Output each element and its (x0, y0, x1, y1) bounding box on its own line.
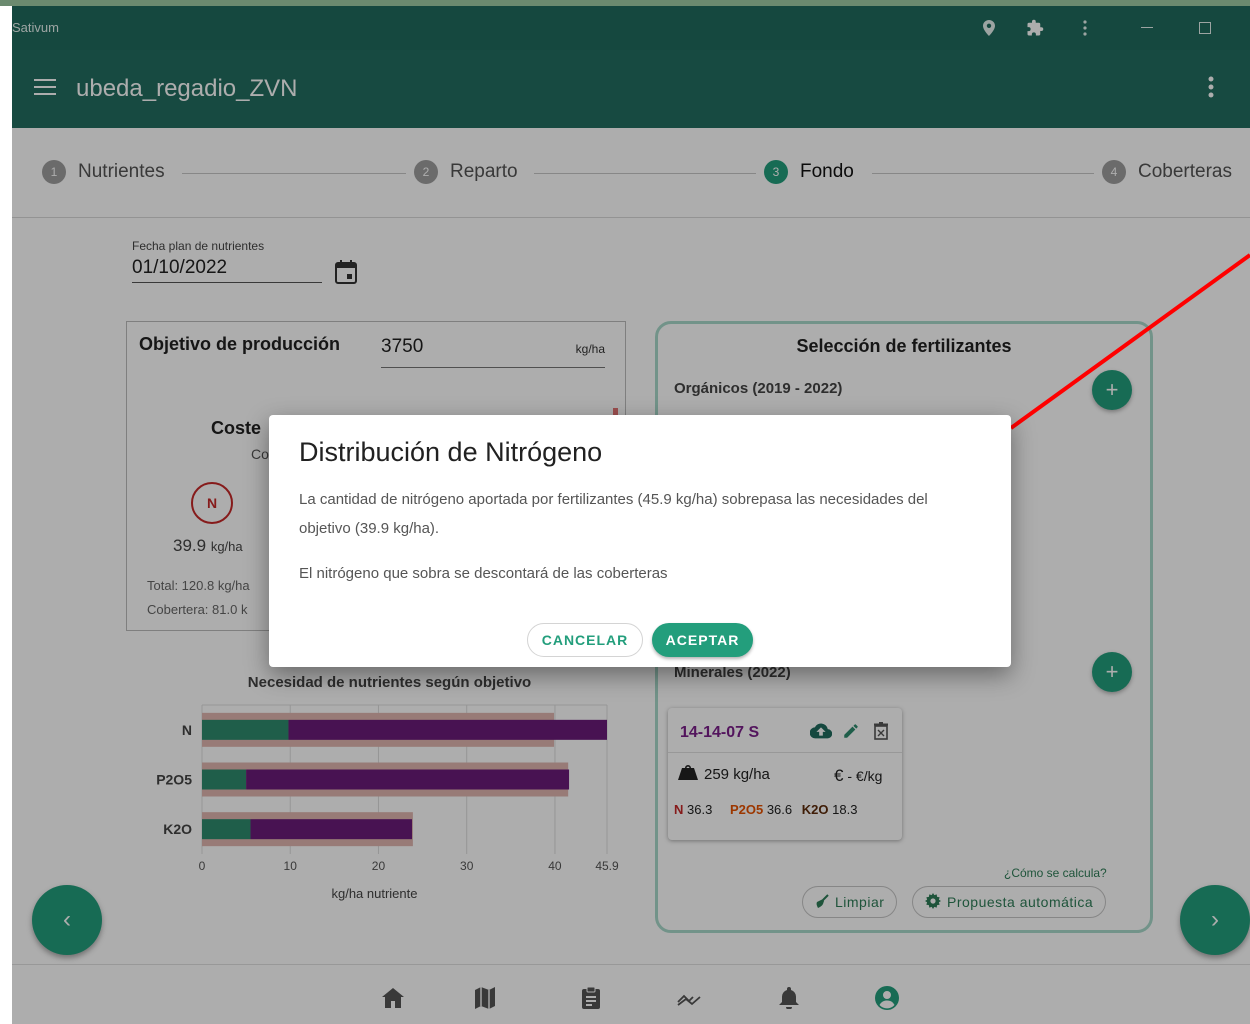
dialog-note: El nitrógeno que sobra se descontará de … (299, 565, 668, 582)
dialog-title: Distribución de Nitrógeno (299, 437, 603, 467)
accept-button[interactable]: ACEPTAR (652, 623, 753, 657)
cancel-button[interactable]: CANCELAR (527, 623, 643, 657)
nitrogen-distribution-dialog: Distribución de Nitrógeno La cantidad de… (269, 415, 1011, 667)
dialog-message: La cantidad de nitrógeno aportada por fe… (299, 491, 928, 537)
